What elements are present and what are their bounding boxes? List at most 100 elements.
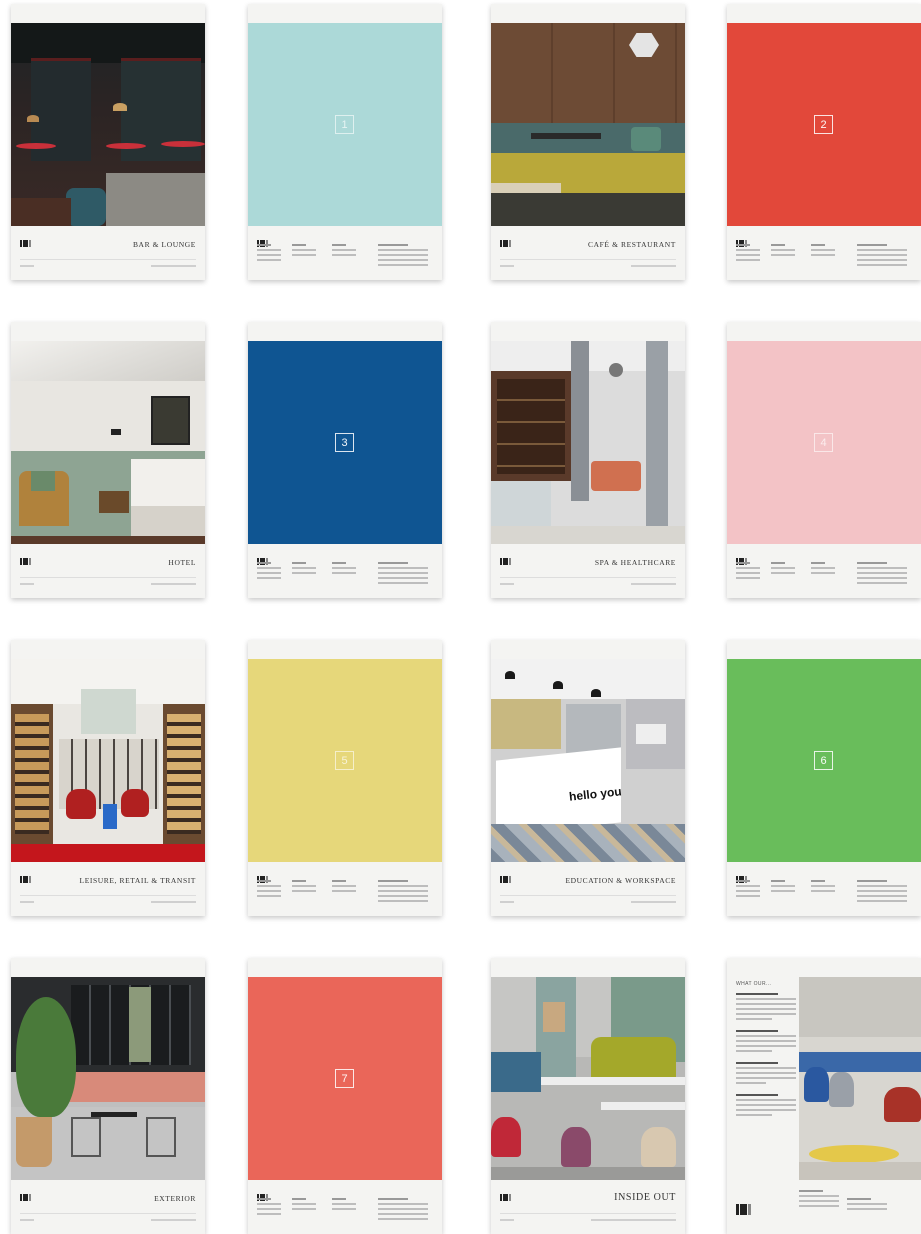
info-column	[771, 562, 795, 577]
info-column	[771, 880, 795, 895]
brochure-card-bar-lounge[interactable]: BAR & LOUNGE	[11, 4, 205, 280]
section-number: 5	[335, 751, 354, 770]
section-number: 4	[814, 433, 833, 452]
testimonial	[736, 1030, 796, 1052]
card-title: EXTERIOR	[154, 1194, 196, 1203]
contact-column	[799, 1190, 839, 1210]
info-column	[257, 1198, 281, 1218]
brochure-card-leisure-retail-transit[interactable]: LEISURE, RETAIL & TRANSIT	[11, 640, 205, 916]
fine-print	[151, 583, 196, 585]
divider	[500, 895, 676, 896]
fine-print	[20, 1219, 34, 1221]
info-column	[257, 244, 281, 264]
divider	[20, 1213, 196, 1214]
brochure-card-inside-out[interactable]: INSIDE OUT	[491, 958, 685, 1234]
brochure-card-colour-6[interactable]: 6	[727, 640, 921, 916]
info-column	[332, 880, 356, 895]
contact-column	[847, 1198, 887, 1213]
education-workspace-photo: hello you	[491, 659, 685, 862]
card-title: BAR & LOUNGE	[132, 240, 196, 249]
info-column	[378, 244, 428, 269]
testimonials-heading: WHAT OUR...	[736, 981, 772, 987]
colour-swatch: 3	[248, 341, 442, 544]
fine-print	[500, 583, 514, 585]
info-column	[378, 880, 428, 905]
fine-print	[151, 265, 196, 267]
brochure-card-colour-3[interactable]: 3	[248, 322, 442, 598]
brochure-card-colour-1[interactable]: 1	[248, 4, 442, 280]
info-column	[257, 880, 281, 900]
divider	[20, 895, 196, 896]
section-number: 1	[335, 115, 354, 134]
info-column	[332, 562, 356, 577]
colour-swatch: 1	[248, 23, 442, 226]
fine-print	[631, 265, 676, 267]
colour-swatch: 7	[248, 977, 442, 1180]
info-column	[736, 880, 760, 900]
brand-logo	[500, 876, 511, 883]
info-column	[857, 562, 907, 587]
testimonial	[736, 993, 796, 1020]
card-title: INSIDE OUT	[614, 1192, 676, 1203]
brochure-card-testimonials[interactable]: WHAT OUR...	[727, 958, 921, 1234]
info-column	[771, 244, 795, 259]
info-column	[292, 244, 316, 259]
brochure-card-colour-4[interactable]: 4	[727, 322, 921, 598]
brand-logo	[20, 876, 31, 883]
colour-swatch: 6	[727, 659, 921, 862]
divider	[500, 577, 676, 578]
info-column	[811, 880, 835, 895]
brochure-card-colour-5[interactable]: 5	[248, 640, 442, 916]
testimonials-column: WHAT OUR...	[736, 977, 796, 1227]
brochure-card-spa-healthcare[interactable]: SPA & HEALTHCARE	[491, 322, 685, 598]
card-title: HOTEL	[168, 558, 196, 567]
section-number: 3	[335, 433, 354, 452]
brochure-card-education-workspace[interactable]: hello you EDUCATION & WORKSPACE	[491, 640, 685, 916]
info-column	[332, 1198, 356, 1213]
card-title: CAFÉ & RESTAURANT	[588, 240, 676, 249]
fine-print	[591, 1219, 676, 1221]
info-column	[811, 562, 835, 577]
brand-logo-large	[736, 1204, 752, 1215]
info-column	[292, 880, 316, 895]
colour-swatch: 5	[248, 659, 442, 862]
fine-print	[20, 265, 34, 267]
brochure-card-colour-7[interactable]: 7	[248, 958, 442, 1234]
brochure-card-exterior[interactable]: EXTERIOR	[11, 958, 205, 1234]
cafe-restaurant-photo	[491, 23, 685, 226]
inside-out-photo	[491, 977, 685, 1180]
brand-logo	[500, 558, 511, 565]
info-column	[257, 562, 281, 582]
fine-print	[500, 265, 514, 267]
info-column	[857, 880, 907, 905]
card-title: EDUCATION & WORKSPACE	[565, 876, 676, 885]
divider	[20, 577, 196, 578]
brand-logo	[20, 558, 31, 565]
section-number: 2	[814, 115, 833, 134]
brochure-card-hotel[interactable]: HOTEL	[11, 322, 205, 598]
info-column	[811, 244, 835, 259]
divider	[20, 259, 196, 260]
divider	[500, 1213, 676, 1214]
fine-print	[500, 1219, 514, 1221]
brand-logo	[20, 240, 31, 247]
info-column	[292, 1198, 316, 1213]
fine-print	[151, 901, 196, 903]
hotel-photo	[11, 341, 205, 544]
fine-print	[500, 901, 514, 903]
info-column	[857, 244, 907, 269]
testimonials-photo	[799, 977, 921, 1180]
brochure-card-colour-2[interactable]: 2	[727, 4, 921, 280]
fine-print	[631, 583, 676, 585]
brochure-card-cafe-restaurant[interactable]: CAFÉ & RESTAURANT	[491, 4, 685, 280]
info-column	[378, 562, 428, 587]
fine-print	[151, 1219, 196, 1221]
brand-logo	[500, 240, 511, 247]
card-title: SPA & HEALTHCARE	[594, 558, 676, 567]
colour-swatch: 4	[727, 341, 921, 544]
info-column	[736, 244, 760, 264]
fine-print	[631, 901, 676, 903]
fine-print	[20, 901, 34, 903]
divider	[500, 259, 676, 260]
brand-logo	[500, 1194, 511, 1201]
